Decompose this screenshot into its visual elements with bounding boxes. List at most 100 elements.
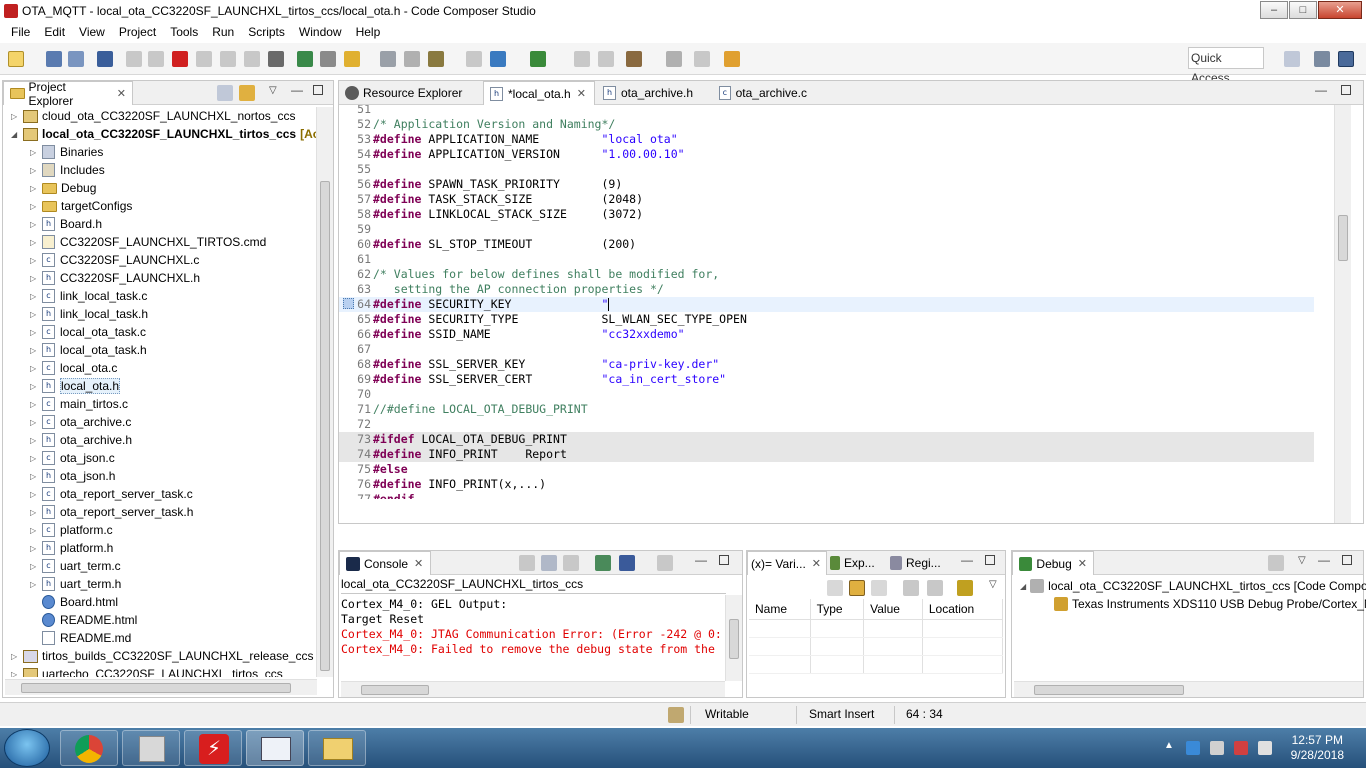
debug-session-row[interactable]: ◢ local_ota_CC3220SF_LAUNCHXL_tirtos_ccs… bbox=[1020, 579, 1366, 593]
add-global-icon[interactable] bbox=[849, 580, 865, 596]
expand-arrow-icon[interactable]: ▷ bbox=[11, 670, 21, 678]
tab-project-explorer[interactable]: Project Explorer ✕ bbox=[3, 80, 133, 108]
debug-bug-icon[interactable] bbox=[530, 51, 546, 67]
debug-view-tab[interactable]: Exp... bbox=[827, 551, 887, 575]
code-line[interactable]: 55 bbox=[339, 162, 1314, 177]
code-line[interactable]: 71//#define LOCAL_OTA_DEBUG_PRINT bbox=[339, 402, 1314, 417]
code-line[interactable]: 68 #define SSL_SERVER_KEY "ca-priv-key.de… bbox=[339, 357, 1314, 372]
minimize-view-icon[interactable]: — bbox=[961, 553, 973, 567]
menu-window[interactable]: Window bbox=[292, 25, 349, 39]
column-header[interactable]: Value bbox=[863, 599, 923, 620]
tree-item[interactable]: ▷ h local_ota.h bbox=[30, 377, 121, 395]
tree-item[interactable]: ▷ h platform.h bbox=[30, 539, 113, 557]
device-icon[interactable] bbox=[1210, 741, 1224, 755]
save-all-icon[interactable] bbox=[68, 51, 84, 67]
code-line[interactable]: 66 #define SSID_NAME "cc32xxdemo" bbox=[339, 327, 1314, 342]
debug-view-tab[interactable]: (x)= Vari... ✕ bbox=[747, 551, 827, 575]
tree-item[interactable]: ▷ h local_ota_task.h bbox=[30, 341, 147, 359]
tree-item[interactable]: ▷ h ota_json.h bbox=[30, 467, 115, 485]
grid-icon[interactable] bbox=[268, 51, 284, 67]
console-output[interactable]: Cortex_M4_0: GEL Output: Target Reset Cort… bbox=[341, 597, 721, 657]
tree-item[interactable]: ▷ c platform.c bbox=[30, 521, 113, 539]
expand-arrow-icon[interactable]: ▷ bbox=[30, 472, 40, 481]
resume-icon[interactable] bbox=[126, 51, 142, 67]
tree-item[interactable]: ▷ c ota_report_server_task.c bbox=[30, 485, 193, 503]
code-line[interactable]: 62/* Values for below defines shall be m… bbox=[339, 267, 1314, 282]
code-line[interactable]: 59 bbox=[339, 222, 1314, 237]
menu-project[interactable]: Project bbox=[112, 25, 163, 39]
maximize-editor-icon[interactable] bbox=[1341, 85, 1351, 95]
expand-arrow-icon[interactable]: ▷ bbox=[30, 220, 40, 229]
minimize-view-icon[interactable]: — bbox=[1318, 553, 1330, 567]
code-line[interactable]: 61 bbox=[339, 252, 1314, 267]
view-menu-icon[interactable]: ▽ bbox=[989, 579, 997, 590]
project-tree-vscrollbar[interactable] bbox=[316, 107, 333, 677]
tree-item[interactable]: ▷ h ota_report_server_task.h bbox=[30, 503, 193, 521]
expand-arrow-icon[interactable]: ▷ bbox=[11, 652, 21, 661]
console-hscrollbar[interactable] bbox=[341, 681, 725, 697]
code-line[interactable]: 57 #define TASK_STACK_SIZE (2048) bbox=[339, 192, 1314, 207]
tab-debug[interactable]: Debug ✕ bbox=[1012, 551, 1094, 575]
maximize-view-icon[interactable] bbox=[1342, 555, 1352, 565]
taskbar-chrome[interactable] bbox=[60, 730, 118, 766]
code-line[interactable]: 63 setting the AP connection properties … bbox=[339, 282, 1314, 297]
minimize-view-icon[interactable]: — bbox=[291, 83, 303, 97]
expand-arrow-icon[interactable]: ▷ bbox=[30, 292, 40, 301]
tree-item[interactable]: ▷ c CC3220SF_LAUNCHXL.c bbox=[30, 251, 199, 269]
code-line[interactable]: 72 bbox=[339, 417, 1314, 432]
wrench-icon[interactable] bbox=[320, 51, 336, 67]
tree-item[interactable]: ▷ h ota_archive.h bbox=[30, 431, 132, 449]
expand-arrow-icon[interactable]: ▷ bbox=[30, 544, 40, 553]
close-icon[interactable]: ✕ bbox=[414, 557, 423, 570]
minimize-button[interactable]: – bbox=[1260, 1, 1288, 19]
expand-arrow-icon[interactable]: ▷ bbox=[30, 310, 40, 319]
build-icon[interactable] bbox=[97, 51, 113, 67]
tree-item[interactable]: ▷ h link_local_task.h bbox=[30, 305, 148, 323]
connect-icon[interactable] bbox=[380, 51, 396, 67]
menu-tools[interactable]: Tools bbox=[163, 25, 205, 39]
menu-edit[interactable]: Edit bbox=[37, 25, 72, 39]
tree-item[interactable]: ▷ CC3220SF_LAUNCHXL_TIRTOS.cmd bbox=[30, 233, 266, 251]
system-clock[interactable]: 12:57 PM 9/28/2018 bbox=[1291, 733, 1344, 763]
expand-arrow-icon[interactable]: ▷ bbox=[30, 526, 40, 535]
expand-arrow-icon[interactable]: ▷ bbox=[30, 184, 40, 193]
tree-item[interactable]: README.html bbox=[30, 611, 137, 629]
debug-view-tab[interactable]: Regi... bbox=[887, 551, 953, 575]
taskbar-ccs[interactable] bbox=[246, 730, 304, 766]
remove-icon[interactable] bbox=[871, 580, 887, 596]
expand-arrow-icon[interactable]: ▷ bbox=[30, 202, 40, 211]
tree-item[interactable]: ▷ h CC3220SF_LAUNCHXL.h bbox=[30, 269, 200, 287]
expand-arrow-icon[interactable]: ▷ bbox=[30, 418, 40, 427]
remove-terminated-icon[interactable] bbox=[1268, 555, 1284, 571]
view-menu-icon[interactable]: ▽ bbox=[1298, 555, 1306, 566]
tree-item[interactable]: ▷ h uart_term.h bbox=[30, 575, 121, 593]
code-line[interactable]: 60 #define SL_STOP_TIMEOUT (200) bbox=[339, 237, 1314, 252]
close-icon[interactable]: ✕ bbox=[812, 557, 821, 570]
tree-item[interactable]: ▷ c local_ota_task.c bbox=[30, 323, 146, 341]
display-console-icon[interactable] bbox=[619, 555, 635, 571]
network-icon[interactable] bbox=[1234, 741, 1248, 755]
expand-arrow-icon[interactable]: ◢ bbox=[11, 130, 21, 139]
show-hidden-icons-icon[interactable]: ▲ bbox=[1164, 740, 1174, 751]
code-line[interactable]: 52/* Application Version and Naming*/ bbox=[339, 117, 1314, 132]
expand-arrow-icon[interactable]: ▷ bbox=[30, 382, 40, 391]
volume-icon[interactable] bbox=[1258, 741, 1272, 755]
clear-console-icon[interactable] bbox=[519, 555, 535, 571]
column-header[interactable]: Location bbox=[922, 599, 1004, 620]
expand-arrow-icon[interactable]: ▷ bbox=[30, 400, 40, 409]
scroll-thumb[interactable] bbox=[361, 685, 429, 695]
disconnect-icon[interactable] bbox=[196, 51, 212, 67]
tree-item[interactable]: ▷ Binaries bbox=[30, 143, 103, 161]
menu-help[interactable]: Help bbox=[349, 25, 388, 39]
tree-item[interactable]: ▷ uartecho_CC3220SF_LAUNCHXL_tirtos_ccs bbox=[11, 665, 283, 677]
code-line[interactable]: 75 #else bbox=[339, 462, 1314, 477]
close-icon[interactable]: ✕ bbox=[1078, 557, 1087, 570]
pin-console-icon[interactable] bbox=[595, 555, 611, 571]
code-line[interactable]: 64 #define SECURITY_KEY " bbox=[339, 297, 1314, 312]
expand-arrow-icon[interactable]: ▷ bbox=[30, 508, 40, 517]
code-line[interactable]: 74 #define INFO_PRINT Report bbox=[339, 447, 1314, 462]
menu-run[interactable]: Run bbox=[205, 25, 241, 39]
code-line[interactable]: 77 #endif bbox=[339, 492, 1314, 499]
search-icon[interactable] bbox=[666, 51, 682, 67]
close-icon[interactable]: ✕ bbox=[117, 87, 126, 100]
